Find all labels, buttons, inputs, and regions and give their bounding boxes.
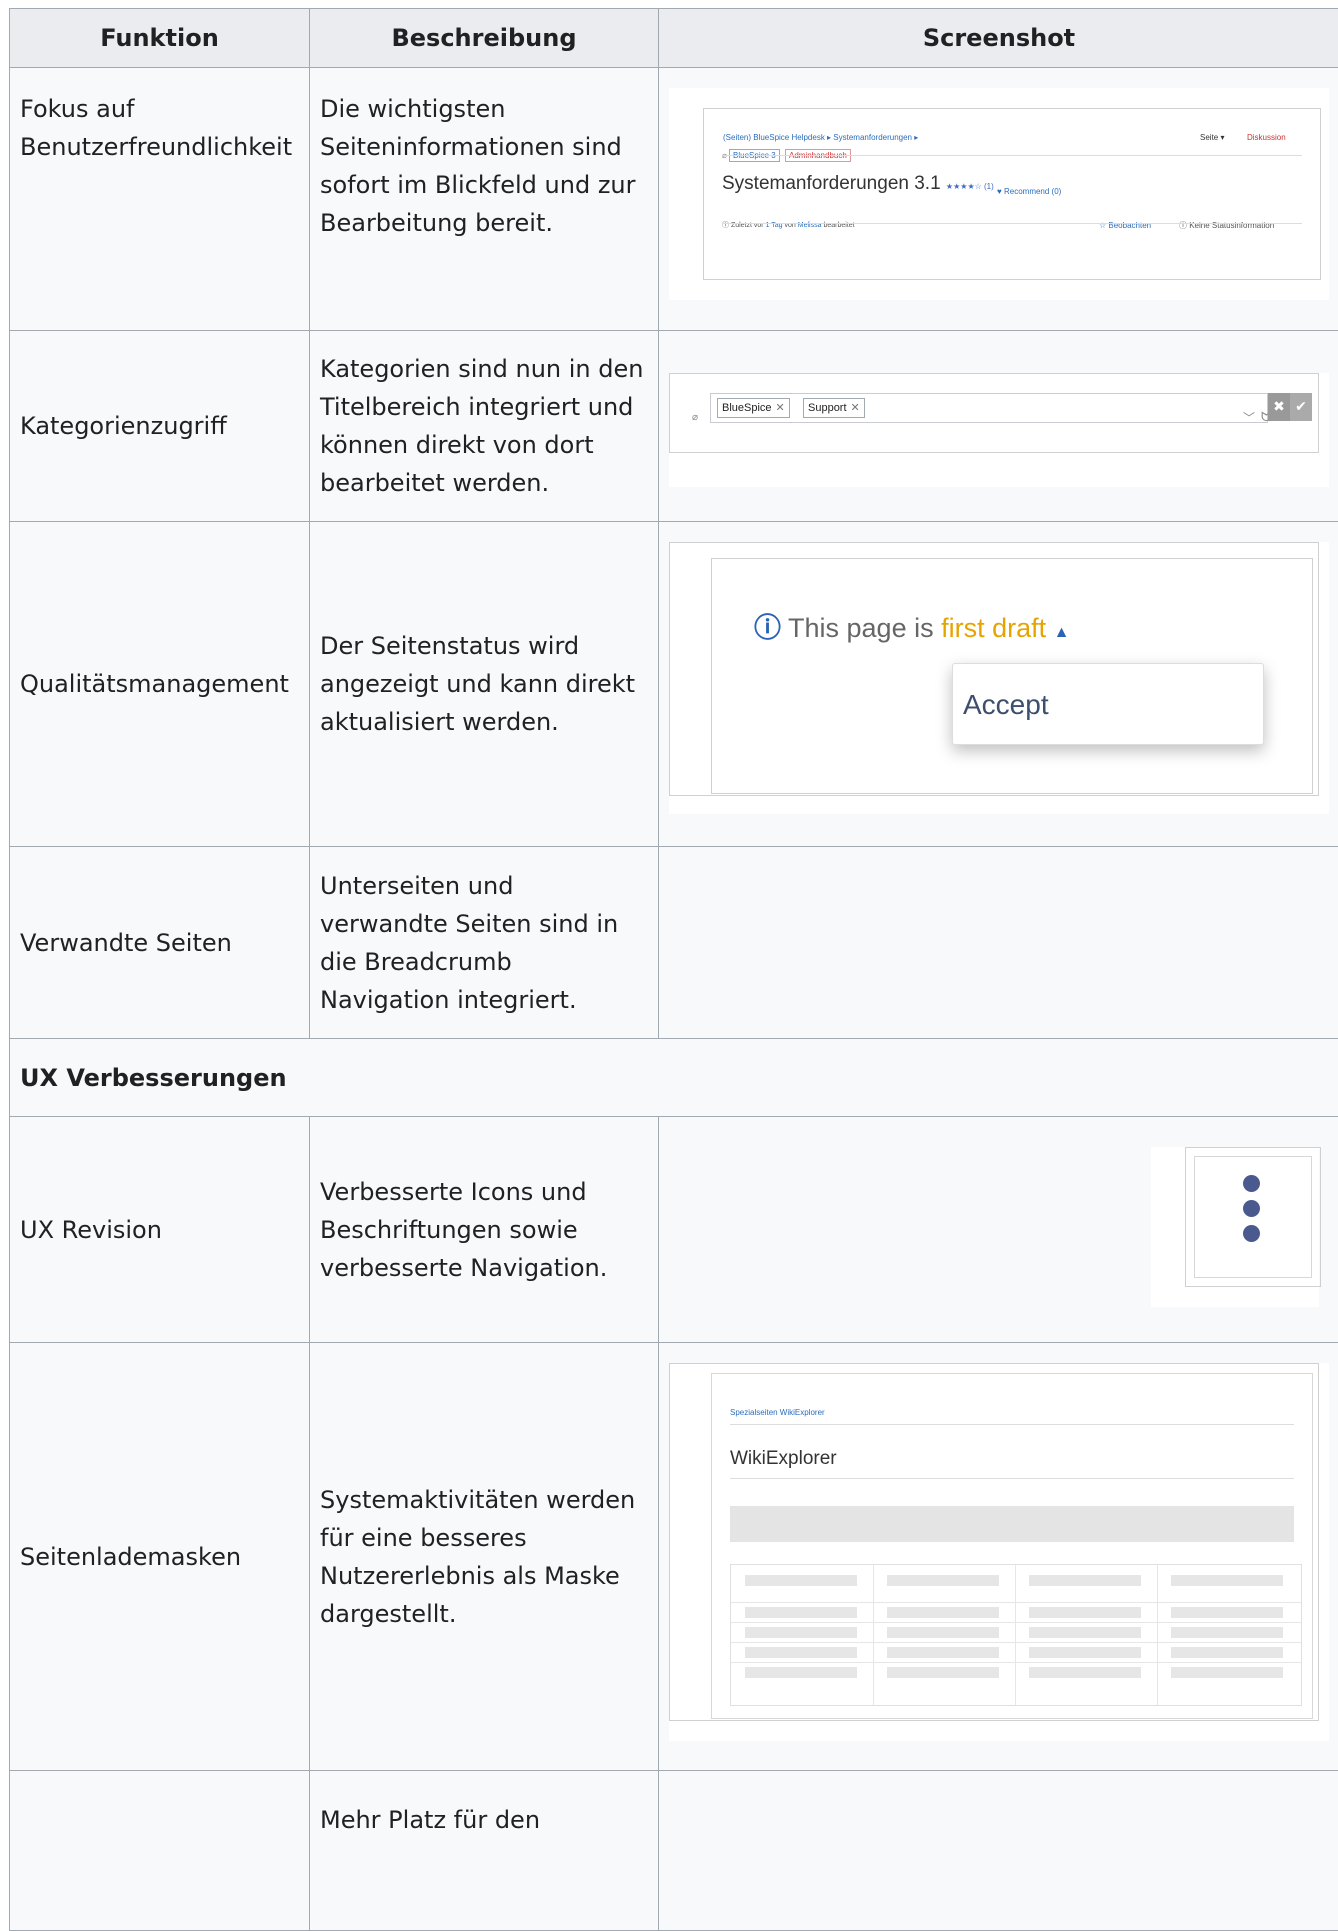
cancel-button[interactable]: ✖ [1268, 393, 1290, 421]
row-funktion: Fokus auf Benutzerfreundlichkeit [10, 68, 310, 331]
screenshot-cell: Spezialseiten WikiExplorer WikiExplorer [659, 1343, 1338, 1771]
screenshot-cell [659, 1771, 1338, 1931]
section-header: UX Verbesserungen [10, 1039, 1338, 1117]
skeleton-cell [887, 1667, 999, 1678]
screenshot-cell [659, 1117, 1338, 1343]
skeleton-cell [745, 1575, 857, 1586]
skeleton-cell [1171, 1647, 1283, 1658]
status-info: ⓘ Keine Statusinformation [1179, 207, 1274, 245]
row-beschreibung: Die wichtigsten Seiteninformationen sind… [310, 68, 659, 331]
row-beschreibung: Unterseiten und verwandte Seiten sind in… [310, 847, 659, 1039]
skeleton-bar [730, 1506, 1294, 1542]
skeleton-cell [1171, 1667, 1283, 1678]
screenshot-cell: (Seiten) BlueSpice Helpdesk ▸ Systemanfo… [659, 68, 1338, 331]
skeleton-cell [1029, 1575, 1141, 1586]
row-funktion: Verwandte Seiten [10, 847, 310, 1039]
confirm-button[interactable]: ✔ [1290, 393, 1312, 421]
breadcrumb[interactable]: Spezialseiten WikiExplorer [730, 1394, 825, 1432]
status-value[interactable]: first draft [941, 613, 1046, 643]
row-funktion: Kategorienzugriff [10, 331, 310, 522]
page-title: WikiExplorer [730, 1440, 837, 1478]
row-funktion [10, 1771, 310, 1931]
screenshot-more-menu [1151, 1147, 1319, 1307]
skeleton-cell [887, 1607, 999, 1618]
more-menu-icon[interactable] [1243, 1175, 1260, 1192]
row-beschreibung: Mehr Platz für den [310, 1771, 659, 1931]
skeleton-cell [1171, 1607, 1283, 1618]
header-beschreibung: Beschreibung [310, 9, 659, 68]
skeleton-cell [1029, 1647, 1141, 1658]
screenshot-category-editor: ⌀ BlueSpice✕ Support✕ ﹀ ᗢ ✖ ✔ [669, 373, 1329, 487]
recommend-link[interactable]: ♥ Recommend (0) [997, 173, 1061, 211]
row-beschreibung: Systemaktivitäten werden für eine besser… [310, 1343, 659, 1771]
row-funktion: Qualitätsmanagement [10, 522, 310, 847]
seite-menu[interactable]: Seite ▾ [1200, 119, 1224, 157]
skeleton-cell [887, 1575, 999, 1586]
feature-table: Funktion Beschreibung Screenshot Fokus a… [9, 8, 1338, 1931]
chevron-down-icon[interactable]: ﹀ [1243, 399, 1255, 437]
diskussion-link[interactable]: Diskussion [1247, 119, 1286, 157]
skeleton-cell [745, 1667, 857, 1678]
row-beschreibung: Verbesserte Icons und Beschriftungen sow… [310, 1117, 659, 1343]
skeleton-cell [1029, 1607, 1141, 1618]
header-screenshot: Screenshot [659, 9, 1338, 68]
row-funktion: UX Revision [10, 1117, 310, 1343]
status-dropdown: Accept [952, 663, 1264, 745]
rating-stars[interactable]: ★★★★☆ (1) [946, 182, 994, 191]
tag-icon: ⌀ [692, 399, 698, 437]
last-edit-info: ⓘ Zuletzt vor 1 Tag von Melissa bearbeit… [722, 207, 855, 245]
skeleton-cell [1171, 1627, 1283, 1638]
row-funktion: Seitenlademasken [10, 1343, 310, 1771]
screenshot-page-status: ⓘ This page is first draft ▲ Accept [669, 542, 1329, 814]
category-input[interactable]: BlueSpice✕ Support✕ ﹀ ᗢ [710, 393, 1268, 423]
skeleton-cell [745, 1627, 857, 1638]
caret-up-icon[interactable]: ▲ [1054, 624, 1070, 641]
row-beschreibung: Kategorien sind nun in den Titelbereich … [310, 331, 659, 522]
screenshot-loading-mask: Spezialseiten WikiExplorer WikiExplorer [669, 1363, 1329, 1741]
skeleton-cell [1029, 1667, 1141, 1678]
header-funktion: Funktion [10, 9, 310, 68]
screenshot-cell [659, 847, 1338, 1039]
row-beschreibung: Der Seitenstatus wird angezeigt und kann… [310, 522, 659, 847]
status-line: ⓘ This page is first draft ▲ [754, 609, 1069, 652]
remove-icon: ✕ [776, 402, 785, 414]
skeleton-cell [887, 1647, 999, 1658]
screenshot-cell: ⓘ This page is first draft ▲ Accept [659, 522, 1338, 847]
screenshot-cell: ⌀ BlueSpice✕ Support✕ ﹀ ᗢ ✖ ✔ [659, 331, 1338, 522]
screenshot-page-header: (Seiten) BlueSpice Helpdesk ▸ Systemanfo… [669, 88, 1329, 300]
accept-menu-item[interactable]: Accept [963, 686, 1049, 724]
remove-icon: ✕ [851, 402, 860, 414]
skeleton-grid [730, 1564, 1302, 1706]
category-chip[interactable]: Support✕ [803, 398, 865, 418]
page-title: Systemanforderungen 3.1 ★★★★☆ (1) [722, 165, 994, 206]
skeleton-cell [1029, 1627, 1141, 1638]
skeleton-cell [745, 1647, 857, 1658]
skeleton-cell [745, 1607, 857, 1618]
skeleton-cell [1171, 1575, 1283, 1586]
category-chip[interactable]: BlueSpice✕ [717, 398, 790, 418]
info-icon: ⓘ [754, 613, 781, 643]
skeleton-cell [887, 1627, 999, 1638]
watch-link[interactable]: ☆ Beobachten [1099, 207, 1151, 245]
